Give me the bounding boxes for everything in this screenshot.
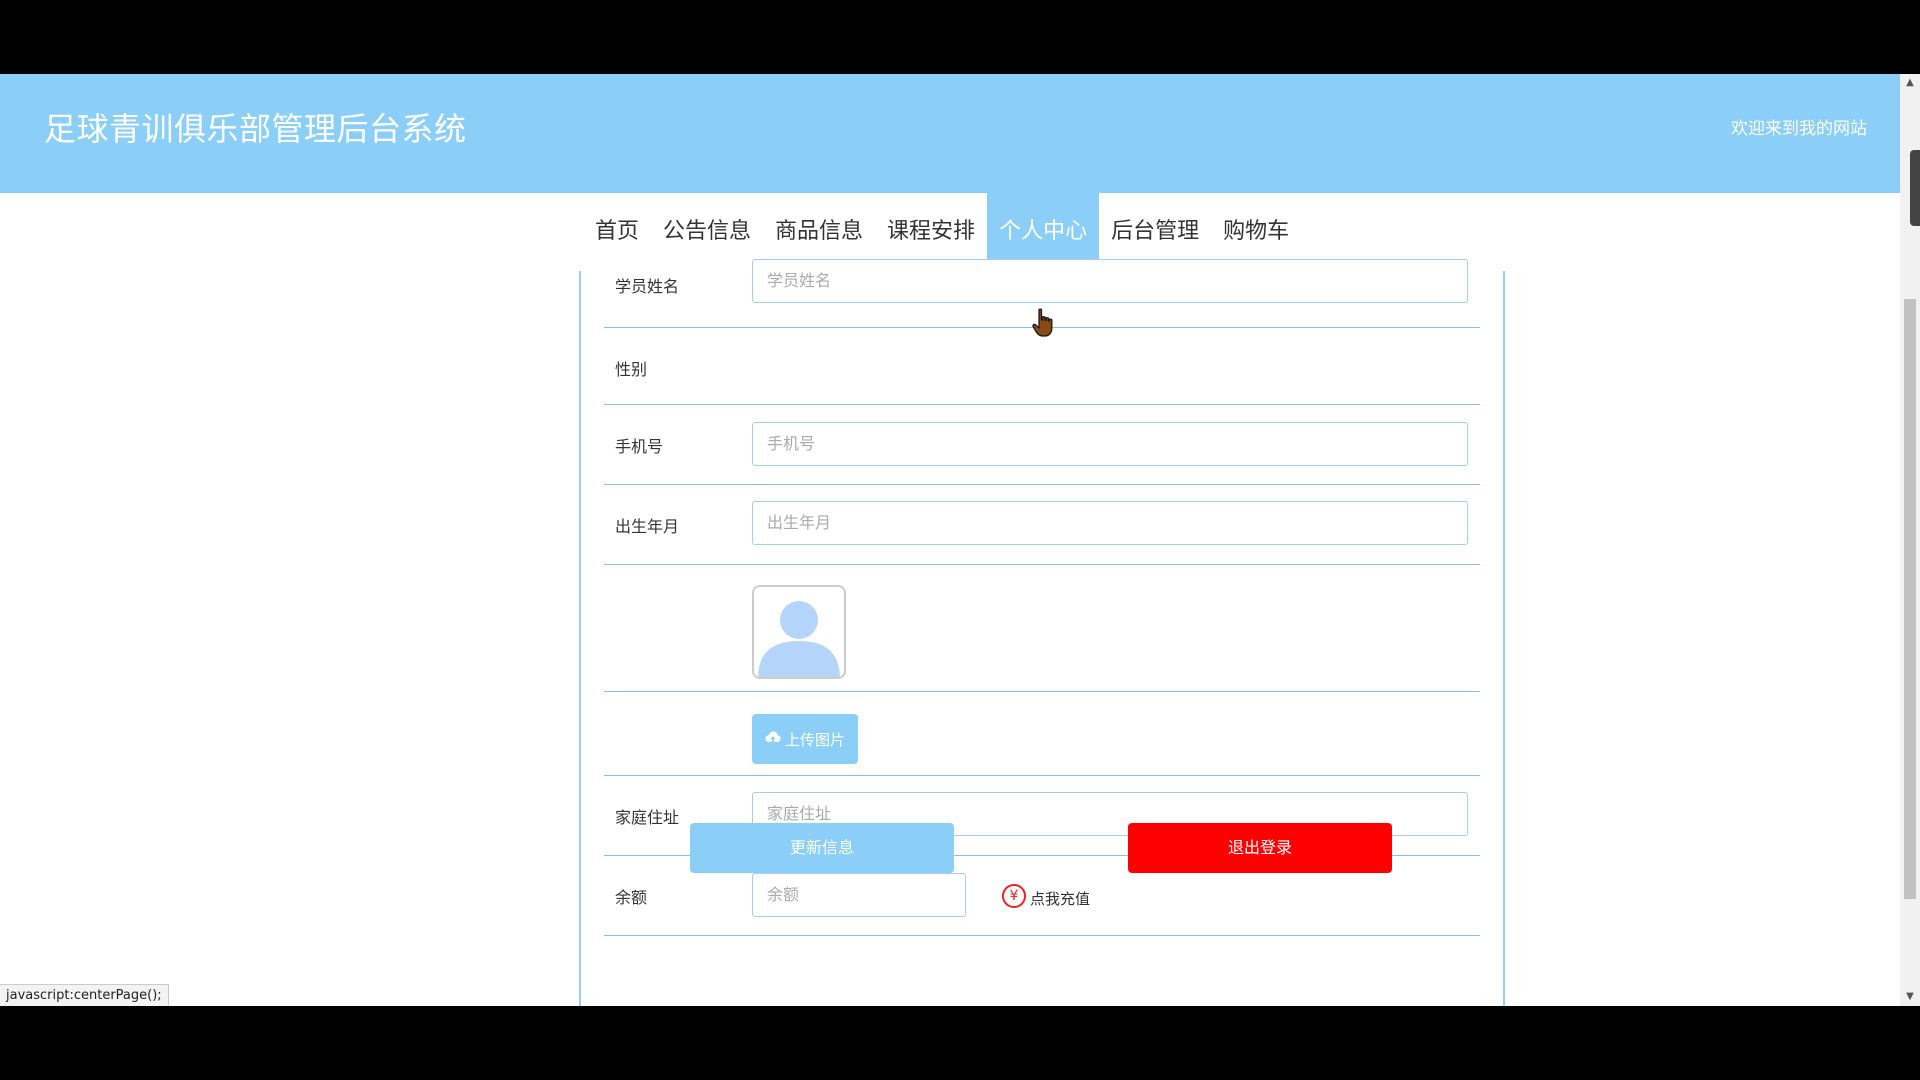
cloud-upload-icon — [765, 730, 781, 748]
form-row-upload: 上传图片 — [604, 692, 1480, 776]
birth-label: 出生年月 — [615, 517, 680, 536]
scrollbar-thumb[interactable] — [1904, 299, 1916, 899]
address-label: 家庭住址 — [615, 808, 680, 827]
form-row-birth: 出生年月 出生年月 — [604, 485, 1480, 565]
welcome-text: 欢迎来到我的网站 — [1731, 119, 1867, 139]
upload-image-label: 上传图片 — [784, 730, 845, 749]
scroll-down-arrow-icon[interactable]: ▼ — [1900, 988, 1920, 1006]
logout-button[interactable]: 退出登录 — [1128, 823, 1392, 873]
recharge-label: 点我充值 — [1030, 890, 1091, 908]
site-title: 足球青训俱乐部管理后台系统 — [44, 110, 467, 148]
balance-label: 余额 — [615, 888, 648, 907]
hand-cursor-icon — [1032, 308, 1053, 337]
profile-form-panel: 学员姓名 学员姓名 性别 手机号 手机号 出生年月 出生年月 上传图片 家庭住址… — [579, 259, 1505, 1006]
side-panel-handle[interactable] — [1910, 150, 1920, 226]
nav-item-home[interactable]: 首页 — [583, 193, 651, 271]
name-label: 学员姓名 — [615, 277, 680, 296]
yen-icon: ¥ — [1002, 883, 1026, 908]
status-bar-link: javascript:centerPage(); — [0, 984, 169, 1006]
gender-label: 性别 — [615, 360, 648, 379]
user-avatar-icon — [752, 585, 846, 679]
update-info-button[interactable]: 更新信息 — [690, 823, 954, 873]
phone-input[interactable]: 手机号 — [752, 422, 1468, 466]
name-input[interactable]: 学员姓名 — [752, 259, 1468, 303]
balance-input[interactable]: 余额 — [752, 873, 966, 917]
form-row-avatar — [604, 565, 1480, 692]
upload-image-button[interactable]: 上传图片 — [752, 714, 858, 764]
birth-input[interactable]: 出生年月 — [752, 501, 1468, 545]
form-row-gender: 性别 — [604, 328, 1480, 405]
form-row-phone: 手机号 手机号 — [604, 405, 1480, 485]
site-header: 足球青训俱乐部管理后台系统 欢迎来到我的网站 — [0, 74, 1900, 193]
nav-item-announcements[interactable]: 公告信息 — [651, 193, 763, 271]
recharge-link[interactable]: ¥ 点我充值 — [1002, 882, 1090, 909]
browser-viewport: 足球青训俱乐部管理后台系统 欢迎来到我的网站 首页 公告信息 商品信息 课程安排… — [0, 74, 1900, 1006]
scroll-up-arrow-icon[interactable]: ▲ — [1900, 74, 1920, 92]
phone-label: 手机号 — [615, 437, 664, 456]
